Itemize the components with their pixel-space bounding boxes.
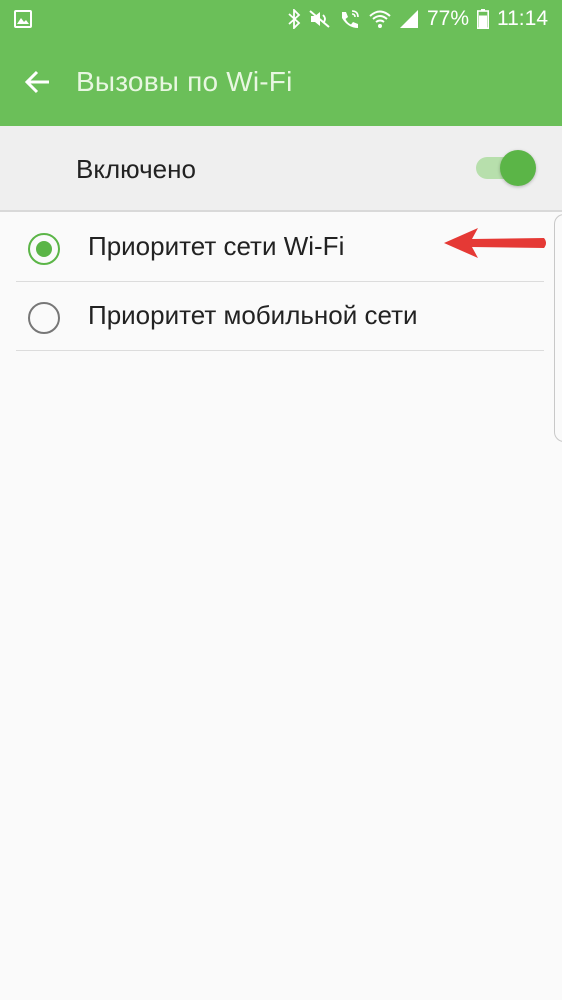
screen: 77% 11:14 Вызовы по Wi-Fi Включено Приор… — [0, 0, 562, 1000]
radio-mobile-preferred[interactable] — [28, 302, 60, 334]
annotation-arrow-icon — [444, 228, 546, 258]
radio-dot — [36, 241, 52, 257]
option-mobile-preferred[interactable]: Приоритет мобильной сети — [0, 282, 562, 351]
gallery-icon — [14, 10, 32, 28]
mute-icon — [309, 9, 331, 29]
back-button[interactable] — [20, 64, 56, 100]
battery-icon — [477, 9, 489, 29]
status-icons: 77% 11:14 — [287, 0, 548, 38]
status-bar: 77% 11:14 — [0, 0, 562, 38]
arrow-left-icon — [24, 70, 49, 94]
option-label: Приоритет мобильной сети — [88, 300, 418, 330]
page-title: Вызовы по Wi-Fi — [76, 66, 293, 97]
divider — [16, 350, 544, 351]
battery-percent: 77% — [426, 7, 469, 30]
master-toggle-switch[interactable] — [476, 150, 536, 186]
clock: 11:14 — [497, 7, 548, 30]
signal-icon — [399, 9, 419, 29]
wifi-calling-icon — [339, 9, 361, 29]
toggle-thumb — [500, 150, 536, 186]
bluetooth-icon — [287, 9, 301, 29]
option-label: Приоритет сети Wi-Fi — [88, 231, 345, 261]
master-switch-label: Включено — [76, 154, 196, 184]
wifi-icon — [369, 9, 391, 29]
master-switch-row[interactable]: Включено — [0, 126, 562, 212]
scroll-handle[interactable] — [554, 214, 562, 442]
app-bar: Вызовы по Wi-Fi — [0, 38, 562, 126]
radio-wifi-preferred[interactable] — [28, 233, 60, 265]
